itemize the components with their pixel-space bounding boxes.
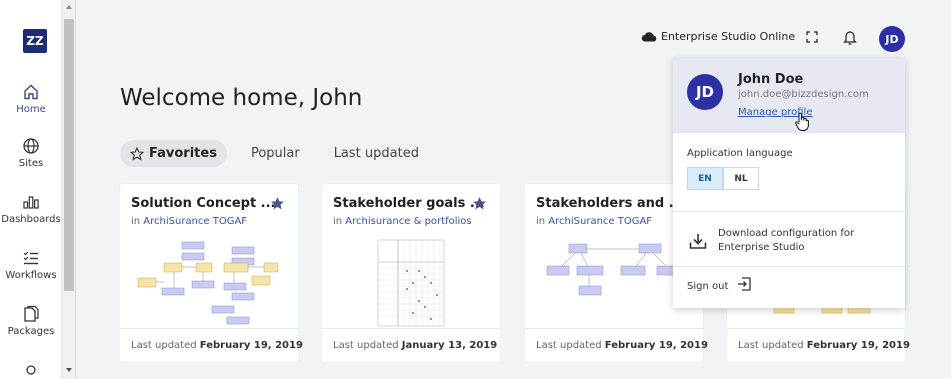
card-footer: Last updated February 19, 2019 <box>120 328 303 362</box>
environment-label: Enterprise Studio Online <box>661 30 796 43</box>
sidebar-item-sites[interactable]: Sites <box>0 136 62 169</box>
download-icon <box>689 234 707 249</box>
card-date: February 19, 2019 <box>604 340 708 351</box>
sidebar-item-label: Dashboards <box>1 214 61 225</box>
language-en-button[interactable]: EN <box>687 167 723 190</box>
tab-label: Favorites <box>149 146 217 161</box>
card-footer: Last updated February 19, 2019 <box>525 328 708 362</box>
card-location-link[interactable]: Archisurance & portfolios <box>345 216 471 227</box>
bell-icon[interactable] <box>843 29 857 45</box>
card-location-link[interactable]: ArchiSurance TOGAF <box>143 216 247 227</box>
tab-favorites[interactable]: Favorites <box>120 140 227 167</box>
app-logo[interactable]: ZZ <box>23 29 47 53</box>
card-location: in ArchiSurance TOGAF <box>536 216 653 227</box>
sidebar-item-home[interactable]: Home <box>0 82 62 115</box>
card-date: February 19, 2019 <box>806 340 910 351</box>
language-label: Application language <box>687 148 793 159</box>
tab-popular[interactable]: Popular <box>241 140 310 167</box>
card-title: Solution Concept ... <box>131 196 276 211</box>
cloud-icon <box>641 32 657 42</box>
tab-last-updated[interactable]: Last updated <box>324 140 429 167</box>
card-location: in ArchiSurance TOGAF <box>131 216 248 227</box>
language-toggle: EN NL <box>687 167 759 190</box>
card-date: February 19, 2019 <box>199 340 303 351</box>
sidebar-item-dashboards[interactable]: Dashboards <box>0 192 62 225</box>
scrollbar-thumb[interactable] <box>64 19 74 291</box>
scroll-up-icon[interactable] <box>66 5 72 9</box>
sidebar-item-packages[interactable]: Packages <box>0 304 62 337</box>
profile-header: JD John Doe john.doe@bizzdesign.com Mana… <box>673 58 905 133</box>
card-footer: Last updated January 13, 2019 <box>322 328 500 362</box>
sidebar-item-label: Packages <box>7 326 55 337</box>
profile-email: john.doe@bizzdesign.com <box>738 89 869 100</box>
sidebar-item-label: Workflows <box>5 270 57 281</box>
model-card[interactable]: Stakeholder goals ... in Archisurance & … <box>322 184 500 362</box>
language-nl-button[interactable]: NL <box>723 167 759 190</box>
sidebar-item-more[interactable] <box>0 362 62 379</box>
diagram-thumbnail <box>546 243 682 296</box>
scroll-down-icon[interactable] <box>66 368 72 372</box>
sign-out-icon[interactable] <box>737 277 751 291</box>
environment-selector[interactable]: Enterprise Studio Online <box>641 30 795 43</box>
globe-icon <box>23 138 39 154</box>
star-filled-icon[interactable] <box>270 196 285 211</box>
tab-bar: Favorites Popular Last updated <box>120 140 443 167</box>
divider <box>673 266 905 267</box>
person-icon <box>26 365 36 375</box>
list-check-icon <box>23 251 38 265</box>
sign-out-button[interactable]: Sign out <box>687 281 728 292</box>
star-filled-icon[interactable] <box>472 196 487 211</box>
card-title: Stakeholder goals ... <box>333 196 485 211</box>
matrix-thumbnail <box>377 239 445 327</box>
sidebar: ZZ Home Sites Dashboards Workflows Packa… <box>0 0 62 379</box>
card-location-link[interactable]: ArchiSurance TOGAF <box>548 216 652 227</box>
hand-cursor-icon <box>795 112 809 131</box>
model-card[interactable]: Solution Concept ... in ArchiSurance TOG… <box>120 184 303 362</box>
download-config-link[interactable]: Download configuration for Enterprise St… <box>718 227 898 255</box>
star-outline-icon <box>130 146 144 161</box>
profile-name: John Doe <box>738 72 804 87</box>
card-title: Stakeholders and ... <box>536 196 684 211</box>
divider <box>673 211 905 212</box>
package-icon <box>24 305 39 322</box>
tab-label: Popular <box>250 146 300 161</box>
card-date: January 13, 2019 <box>401 340 498 351</box>
tab-label: Last updated <box>333 146 419 161</box>
card-footer: Last updated February 19, 2019 <box>727 328 910 362</box>
user-avatar[interactable]: JD <box>879 26 905 52</box>
sidebar-item-label: Sites <box>18 158 44 169</box>
sidebar-item-label: Home <box>16 104 46 115</box>
page-title: Welcome home, John <box>120 85 363 111</box>
card-location: in Archisurance & portfolios <box>333 216 472 227</box>
chart-icon <box>23 196 39 209</box>
sidebar-item-workflows[interactable]: Workflows <box>0 248 62 281</box>
diagram-thumbnail <box>137 241 279 325</box>
fullscreen-icon[interactable] <box>806 31 818 43</box>
profile-menu: JD John Doe john.doe@bizzdesign.com Mana… <box>673 58 905 308</box>
profile-avatar: JD <box>687 74 723 110</box>
home-icon <box>24 84 38 100</box>
